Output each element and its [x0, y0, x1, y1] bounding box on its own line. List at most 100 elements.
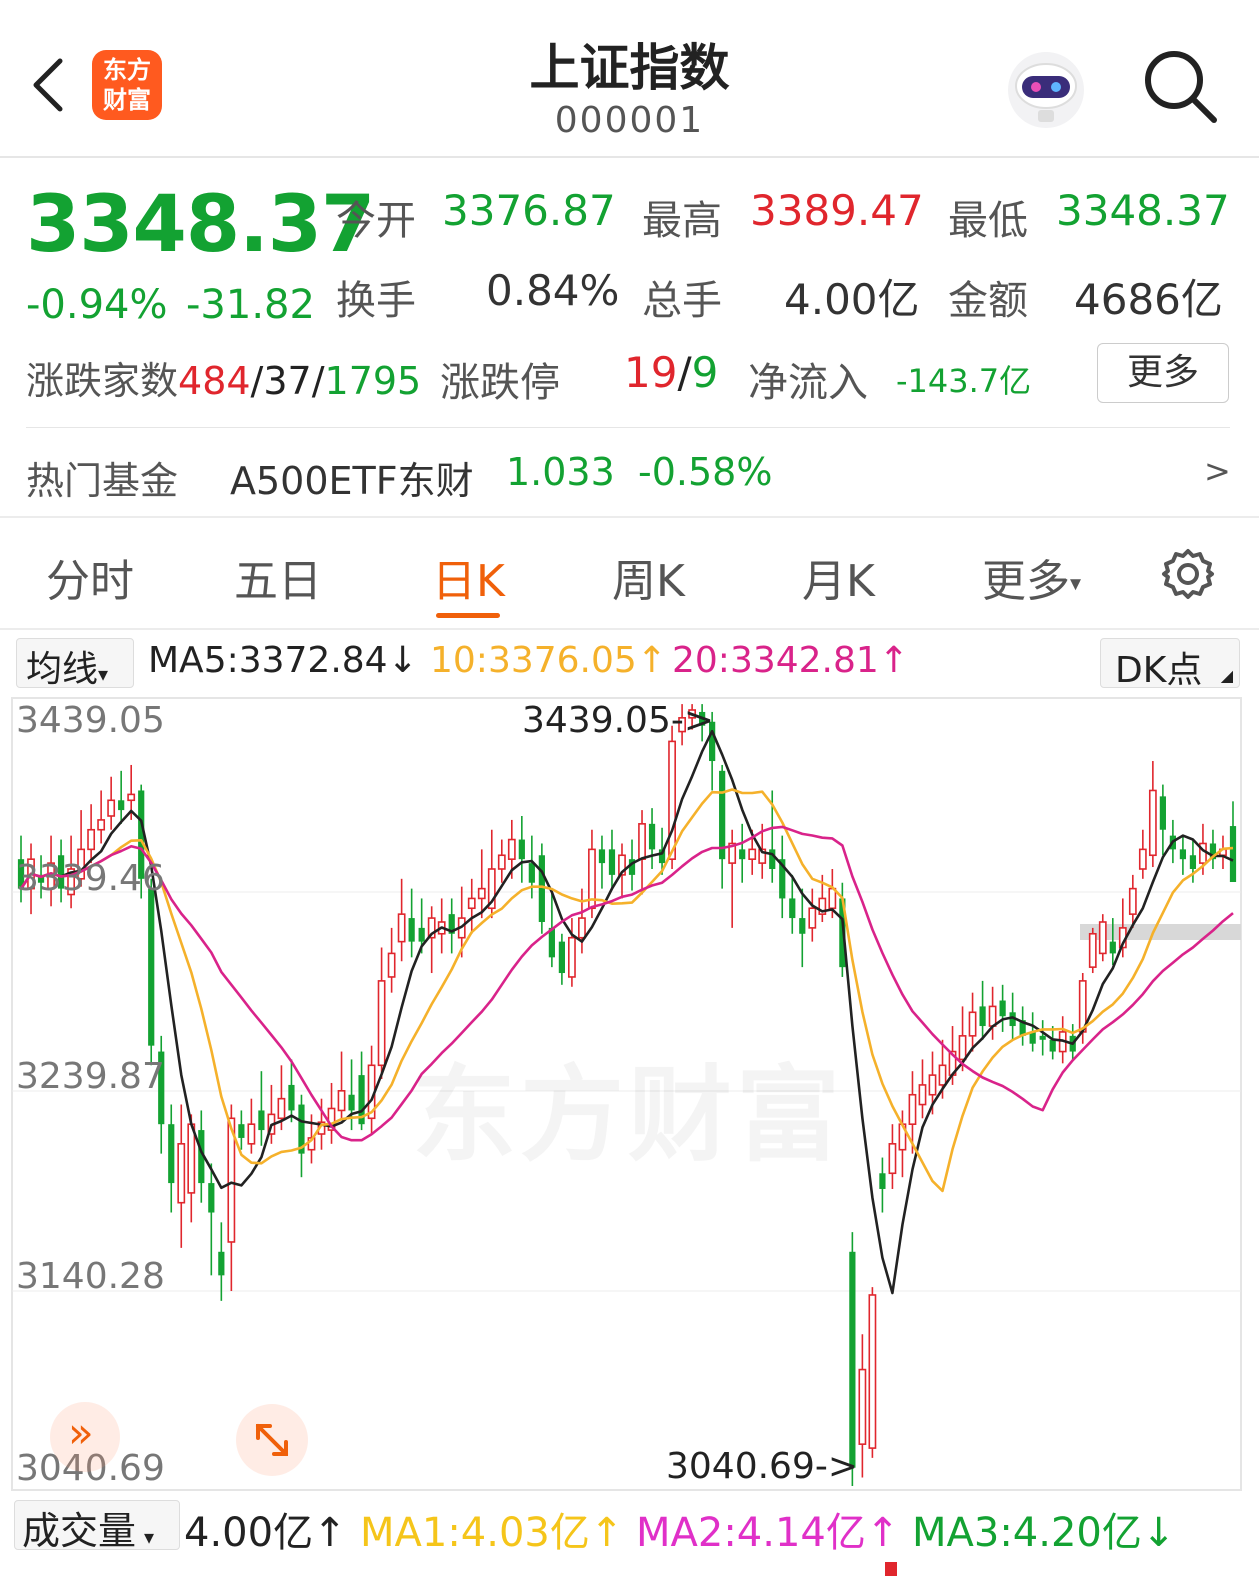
tab-intraday[interactable]: 分时 [46, 545, 134, 609]
candle-body [168, 1124, 175, 1184]
ma-selector-text: 均线 [26, 649, 99, 690]
breadth-row: 涨跌家数484/37/1795 [26, 350, 421, 405]
settings-gear-icon[interactable] [1160, 546, 1216, 602]
active-tab-indicator [436, 613, 500, 618]
high-marker-label: 3439.05-> [522, 700, 715, 741]
candle-body [288, 1084, 295, 1111]
amount-label: 金额 [948, 278, 1028, 324]
candle-body [999, 1000, 1006, 1017]
candle-body [1098, 921, 1107, 955]
amount-value: 4686亿 [1074, 275, 1223, 324]
volume-selector-label: 成交量 ▾ [22, 1500, 154, 1555]
candle-body [968, 1011, 977, 1037]
low-marker-label: 3040.69-> [666, 1446, 859, 1487]
candle-body [258, 1110, 265, 1131]
candle-body [1039, 1035, 1046, 1040]
high-label: 最高 [642, 198, 722, 244]
limit-down: 9 [691, 348, 719, 397]
candle-body [828, 887, 837, 910]
tab-weekly-k[interactable]: 周K [612, 545, 685, 609]
vol-ma3: MA3:4.20亿↓ [912, 1510, 1176, 1556]
candle-body [528, 863, 535, 883]
tab-monthly-k[interactable]: 月K [802, 545, 875, 609]
candle-body [148, 888, 155, 1046]
dk-point-label: DK点 [1115, 650, 1203, 691]
candle-body [568, 936, 576, 978]
volume-caret-icon: ▾ [144, 1525, 155, 1549]
candle-body [397, 913, 406, 943]
breadth-sep2: / [311, 359, 325, 403]
volume-selector-text: 成交量 [22, 1509, 137, 1553]
tab-five-day[interactable]: 五日 [234, 545, 322, 609]
limit-sep: / [677, 348, 692, 397]
fund-divider [0, 516, 1259, 518]
search-icon[interactable] [1140, 46, 1220, 126]
header-divider [0, 156, 1259, 158]
candle-body [958, 1035, 967, 1061]
breadth-up: 484 [178, 359, 251, 403]
candle-body [769, 849, 776, 869]
breadth-flat: 37 [263, 359, 312, 403]
ma-selector-caret-icon: ▾ [98, 662, 109, 686]
tab-daily-k[interactable]: 日K [432, 545, 505, 609]
low-label: 最低 [948, 198, 1028, 244]
candle-body [408, 918, 415, 942]
breadth-down: 1795 [324, 359, 422, 403]
candle-body [748, 848, 757, 860]
y-label-4: 3140.28 [16, 1256, 165, 1297]
fund-label: 热门基金 [26, 459, 179, 503]
netflow-value: -143.7亿 [896, 362, 1032, 400]
ma5-value: MA5:3372.84↓ [148, 640, 418, 681]
volume-bar-peek [885, 1562, 897, 1576]
assistant-robot-icon[interactable] [1002, 44, 1090, 132]
double-chevron-glyph: » [68, 1408, 94, 1457]
y-label-top: 3439.05 [16, 700, 165, 741]
candle-body [507, 838, 516, 860]
high-value: 3389.47 [750, 186, 924, 235]
candle-body [739, 849, 746, 860]
candle-body [558, 941, 565, 974]
candle-body [277, 1097, 286, 1120]
candle-body [218, 1251, 225, 1276]
turnover-label: 换手 [336, 278, 416, 324]
tab-divider [0, 628, 1259, 630]
candle-body [789, 898, 796, 919]
tab-more[interactable]: 更多▾ [982, 545, 1081, 609]
candle-body [849, 1251, 856, 1468]
expand-left-icon[interactable]: » [50, 1402, 120, 1472]
candle-body [377, 980, 386, 1067]
candle-body [518, 839, 525, 860]
volume-value-indicator: 4.00亿↑ [184, 1510, 347, 1556]
vol-ma2: MA2:4.14亿↑ [636, 1510, 900, 1556]
dk-point-button[interactable]: DK点 ◢ [1100, 638, 1240, 691]
candle-body [1109, 941, 1116, 954]
candle-body [97, 819, 106, 831]
quote-more-button[interactable]: 更多 [1097, 343, 1229, 403]
fund-name[interactable]: A500ETF东财 [230, 450, 474, 505]
candle-body [648, 823, 656, 850]
candle-body [638, 823, 646, 860]
candle-body [387, 952, 396, 978]
candle-body [979, 1006, 986, 1027]
netflow-label: 净流入 [748, 360, 868, 406]
candle-body [719, 770, 726, 860]
fullscreen-icon[interactable] [236, 1404, 308, 1476]
dropdown-icon: ▾ [1070, 571, 1082, 597]
open-label: 今开 [336, 198, 416, 244]
candle-body [208, 1183, 215, 1213]
fund-arrow-icon[interactable]: > [1204, 452, 1231, 490]
candle-body [858, 1368, 867, 1445]
tab-more-label: 更多 [982, 556, 1070, 607]
candle-body [1138, 848, 1147, 870]
candle-body [598, 849, 606, 864]
candle-body [918, 1084, 927, 1106]
dk-corner-icon: ◢ [1220, 666, 1233, 685]
ma10-value: 10:3376.05↑ [430, 640, 667, 681]
candle-body [127, 793, 136, 802]
candle-body [988, 1005, 997, 1027]
candle-body [337, 1090, 346, 1112]
volume-label: 总手 [642, 278, 722, 324]
breadth-sep1: / [250, 359, 264, 403]
candle-body [799, 918, 806, 934]
candle-body [888, 1143, 897, 1175]
